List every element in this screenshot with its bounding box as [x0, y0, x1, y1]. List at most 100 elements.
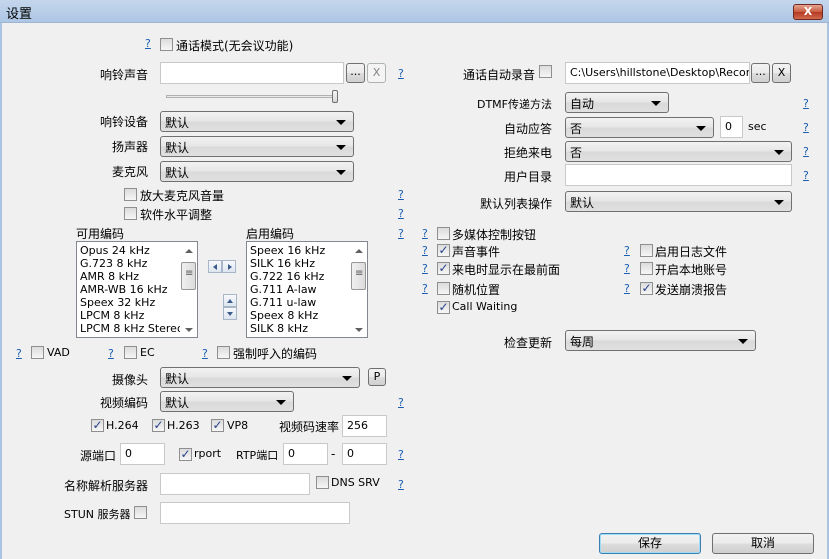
auto-answer-select[interactable]: 否: [565, 117, 714, 138]
video-bitrate-input[interactable]: 256: [342, 415, 387, 437]
available-codecs-scrollbar[interactable]: [180, 242, 197, 337]
help-link-force-codec[interactable]: ?: [202, 347, 208, 360]
check-updates-select[interactable]: 每周: [565, 330, 756, 351]
call-waiting-checkbox[interactable]: [437, 301, 450, 314]
microphone-select[interactable]: 默认: [160, 161, 354, 182]
list-item[interactable]: Speex 32 kHz: [77, 296, 197, 309]
mic-boost-checkbox[interactable]: [124, 188, 137, 201]
help-link-ringtone[interactable]: ?: [398, 67, 404, 80]
ec-checkbox[interactable]: [124, 346, 137, 359]
speaker-select[interactable]: 默认: [160, 136, 354, 157]
list-item[interactable]: G.711 u-law: [247, 296, 367, 309]
stun-server-checkbox[interactable]: [134, 506, 147, 519]
multimedia-buttons-checkbox[interactable]: [437, 227, 450, 240]
list-item[interactable]: Speex 8 kHz: [247, 309, 367, 322]
scroll-down-icon[interactable]: [355, 328, 363, 332]
help-link-crash-report[interactable]: ?: [624, 282, 630, 295]
list-item[interactable]: SILK 16 kHz: [247, 257, 367, 270]
scroll-up-icon[interactable]: [185, 249, 193, 253]
enable-log-checkbox[interactable]: [640, 244, 653, 257]
auto-record-checkbox[interactable]: [539, 65, 552, 78]
ring-device-select[interactable]: 默认: [160, 111, 354, 132]
user-directory-input[interactable]: [565, 164, 792, 186]
auto-record-path-input[interactable]: C:\Users\hillstone\Desktop\Recording: [565, 62, 750, 84]
auto-answer-seconds-input[interactable]: 0: [720, 116, 743, 138]
auto-record-clear-button[interactable]: X: [772, 63, 791, 83]
dns-srv-checkbox[interactable]: [316, 476, 329, 489]
force-codec-checkbox[interactable]: [217, 346, 230, 359]
list-item[interactable]: G.722 16 kHz: [247, 270, 367, 283]
move-up-button[interactable]: [223, 294, 237, 307]
default-list-action-select[interactable]: 默认: [565, 191, 792, 212]
help-link-call-mode[interactable]: ?: [145, 37, 151, 50]
help-link-ec[interactable]: ?: [108, 347, 114, 360]
camera-properties-button[interactable]: P: [368, 368, 386, 386]
vad-checkbox[interactable]: [31, 346, 44, 359]
list-item[interactable]: G.711 A-law: [247, 283, 367, 296]
help-link-auto-answer[interactable]: ?: [803, 121, 809, 134]
save-button[interactable]: 保存: [599, 533, 701, 554]
video-codec-select[interactable]: 默认: [160, 391, 294, 412]
list-item[interactable]: Opus 24 kHz: [77, 244, 197, 257]
move-left-button[interactable]: [208, 260, 222, 273]
help-link-vad[interactable]: ?: [16, 347, 22, 360]
ringtone-volume-track[interactable]: [166, 95, 336, 98]
help-link-random-position[interactable]: ?: [422, 282, 428, 295]
help-link-sound-events[interactable]: ?: [422, 244, 428, 257]
help-link-local-account[interactable]: ?: [624, 262, 630, 275]
bring-to-front-checkbox[interactable]: [437, 262, 450, 275]
list-item[interactable]: AMR 8 kHz: [77, 270, 197, 283]
dns-server-input[interactable]: [160, 473, 310, 495]
close-button[interactable]: X: [793, 4, 823, 20]
rtp-port-from-input[interactable]: 0: [283, 443, 328, 465]
auto-record-browse-button[interactable]: ...: [751, 63, 770, 83]
ringtone-clear-button[interactable]: X: [367, 63, 386, 83]
list-item[interactable]: LPCM 8 kHz: [77, 309, 197, 322]
help-link-multimedia-buttons[interactable]: ?: [422, 227, 428, 240]
scroll-thumb[interactable]: [181, 262, 196, 290]
help-link-dns[interactable]: ?: [398, 478, 404, 491]
list-item[interactable]: AMR-WB 16 kHz: [77, 283, 197, 296]
rtp-port-to-input[interactable]: 0: [342, 443, 387, 465]
local-account-checkbox[interactable]: [640, 262, 653, 275]
ringtone-browse-button[interactable]: ...: [346, 63, 365, 83]
stun-server-input[interactable]: [160, 502, 350, 524]
source-port-input[interactable]: 0: [120, 443, 165, 465]
enabled-codecs-scrollbar[interactable]: [350, 242, 367, 337]
random-position-checkbox[interactable]: [437, 282, 450, 295]
list-item[interactable]: G.723 8 kHz: [77, 257, 197, 270]
move-right-button[interactable]: [222, 260, 236, 273]
dtmf-select[interactable]: 自动: [565, 92, 669, 113]
scroll-down-icon[interactable]: [185, 328, 193, 332]
vp8-checkbox[interactable]: [211, 419, 224, 432]
help-link-software-level[interactable]: ?: [398, 207, 404, 220]
move-down-button[interactable]: [223, 307, 237, 320]
list-item[interactable]: Speex 16 kHz: [247, 244, 367, 257]
rport-checkbox[interactable]: [179, 448, 192, 461]
reject-calls-select[interactable]: 否: [565, 141, 792, 162]
help-link-codecs[interactable]: ?: [398, 227, 404, 240]
help-link-ports[interactable]: ?: [398, 448, 404, 461]
ringtone-volume-slider[interactable]: [332, 90, 338, 103]
enabled-codecs-list[interactable]: Speex 16 kHz SILK 16 kHz G.722 16 kHz G.…: [246, 241, 368, 338]
help-link-video-codec[interactable]: ?: [398, 396, 404, 409]
list-item[interactable]: SILK 8 kHz: [247, 322, 367, 335]
help-link-dtmf[interactable]: ?: [803, 97, 809, 110]
call-mode-checkbox[interactable]: [160, 38, 173, 51]
camera-select[interactable]: 默认: [160, 367, 360, 388]
help-link-bring-to-front[interactable]: ?: [422, 262, 428, 275]
available-codecs-list[interactable]: Opus 24 kHz G.723 8 kHz AMR 8 kHz AMR-WB…: [76, 241, 198, 338]
help-link-mic-boost[interactable]: ?: [398, 188, 404, 201]
h264-checkbox[interactable]: [91, 419, 104, 432]
h263-checkbox[interactable]: [152, 419, 165, 432]
help-link-user-directory[interactable]: ?: [803, 169, 809, 182]
software-level-checkbox[interactable]: [124, 207, 137, 220]
list-item[interactable]: LPCM 8 kHz Stereo: [77, 322, 197, 335]
help-link-reject-calls[interactable]: ?: [803, 145, 809, 158]
crash-report-checkbox[interactable]: [640, 282, 653, 295]
sound-events-checkbox[interactable]: [437, 244, 450, 257]
scroll-up-icon[interactable]: [355, 249, 363, 253]
help-link-enable-log[interactable]: ?: [624, 244, 630, 257]
scroll-thumb[interactable]: [351, 262, 366, 290]
cancel-button[interactable]: 取消: [712, 533, 814, 554]
